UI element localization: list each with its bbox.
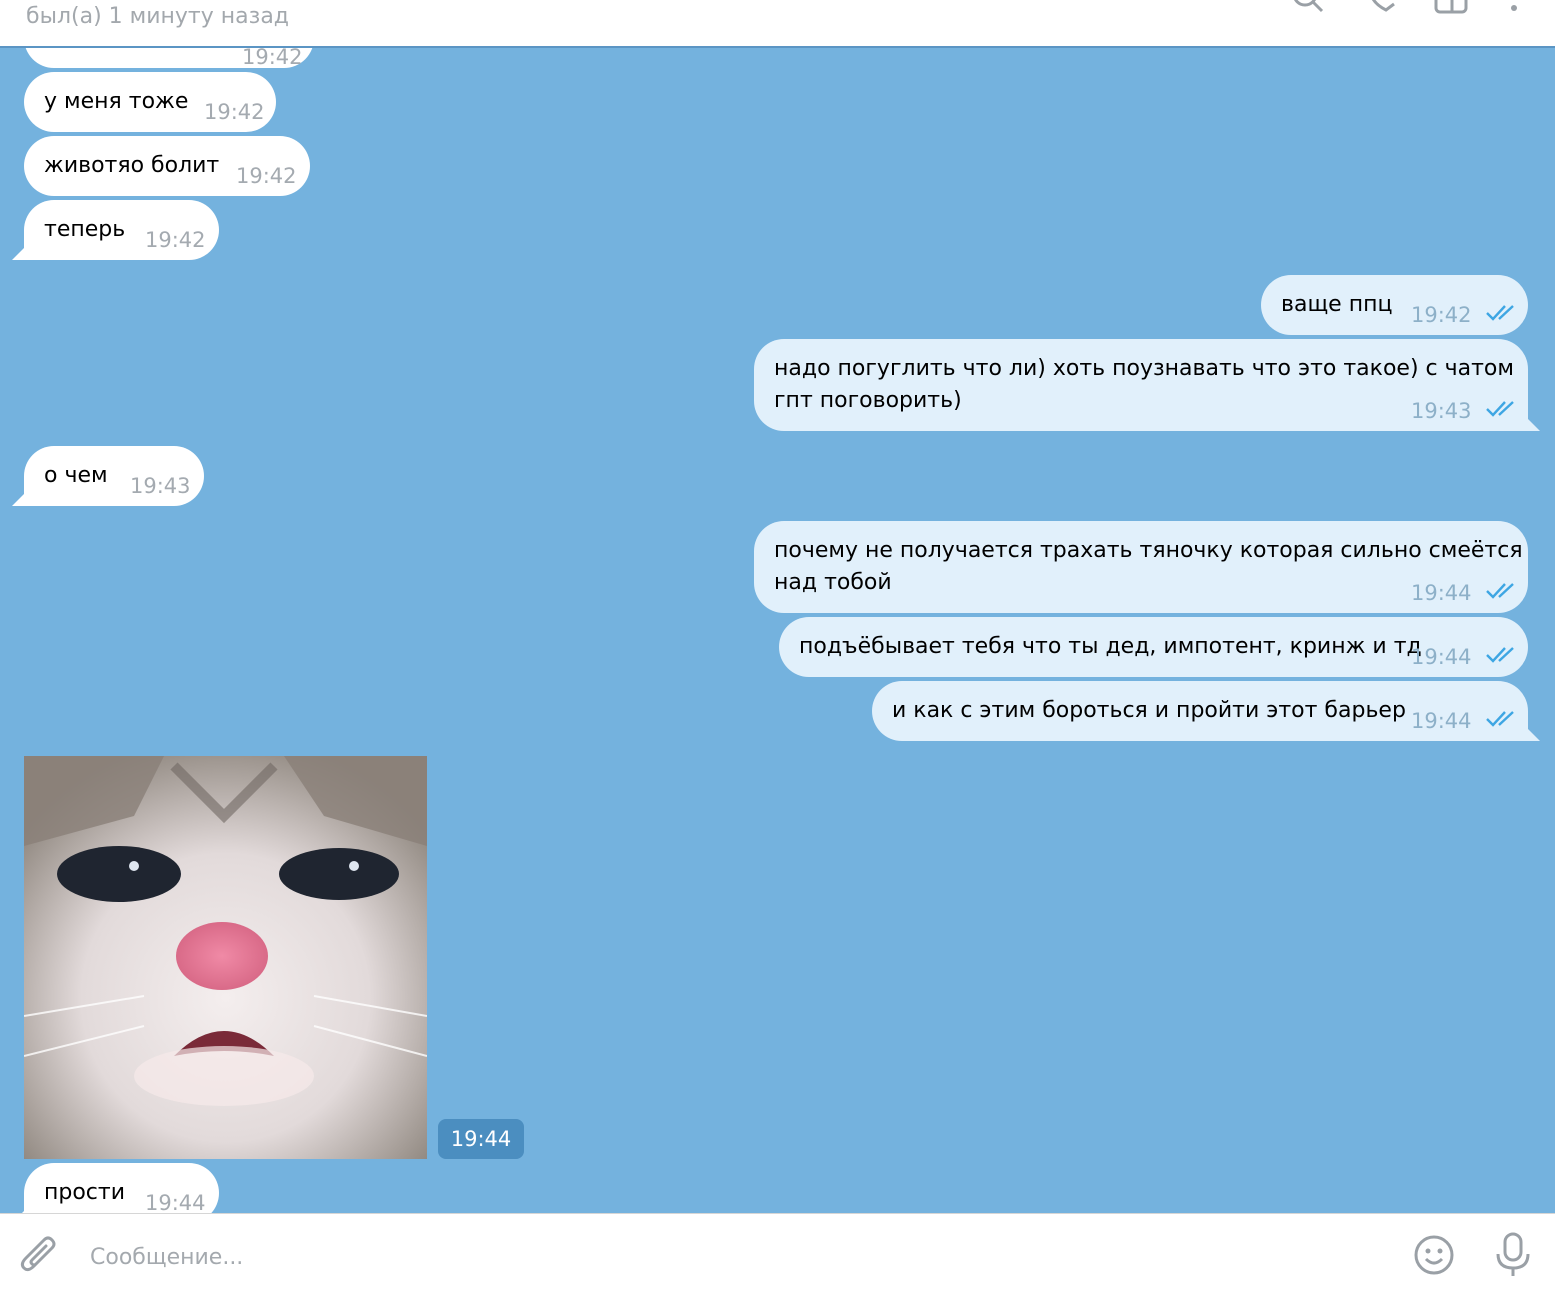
- chat-header: был(а) 1 минуту назад: [0, 0, 1555, 48]
- message-text: и как с этим бороться и пройти этот барь…: [892, 698, 1406, 723]
- read-checkmarks-icon: [1486, 401, 1514, 417]
- message-time: 19:42: [145, 228, 206, 252]
- message-text: о чем: [44, 463, 108, 488]
- search-icon[interactable]: [1290, 0, 1326, 16]
- incoming-message[interactable]: теперь 19:42: [24, 200, 219, 260]
- message-time: 19:44: [1411, 645, 1472, 669]
- outgoing-message[interactable]: надо погуглить что ли) хоть поузнавать ч…: [754, 339, 1528, 431]
- read-checkmarks-icon: [1486, 305, 1514, 321]
- message-input[interactable]: [88, 1238, 1342, 1276]
- read-checkmarks-icon: [1486, 647, 1514, 663]
- outgoing-message[interactable]: подъёбывает тебя что ты дед, импотент, к…: [779, 617, 1528, 677]
- message-time: 19:44: [1411, 581, 1472, 605]
- message-text: животяо болит: [44, 153, 220, 178]
- photo-time: 19:44: [438, 1119, 524, 1159]
- message-text: прости: [44, 1180, 126, 1205]
- message-text: подъёбывает тебя что ты дед, импотент, к…: [799, 634, 1422, 659]
- message-text-line: над тобой: [774, 570, 892, 595]
- emoji-icon[interactable]: [1413, 1234, 1455, 1276]
- read-checkmarks-icon: [1486, 711, 1514, 727]
- message-composer: [0, 1213, 1555, 1298]
- kitten-photo[interactable]: [24, 756, 427, 1159]
- outgoing-message[interactable]: почему не получается трахать тяночку кот…: [754, 521, 1528, 613]
- microphone-icon[interactable]: [1494, 1232, 1532, 1280]
- incoming-message[interactable]: о чем 19:43: [24, 446, 204, 506]
- message-text-line: надо погуглить что ли) хоть поузнавать ч…: [774, 356, 1514, 381]
- incoming-message[interactable]: 19:42: [24, 48, 314, 69]
- message-time: 19:42: [1411, 303, 1472, 327]
- more-icon[interactable]: [1500, 0, 1528, 16]
- message-time: 19:42: [236, 164, 297, 188]
- incoming-message[interactable]: у меня тоже 19:42: [24, 72, 276, 132]
- outgoing-message[interactable]: и как с этим бороться и пройти этот барь…: [872, 681, 1528, 741]
- kitten-image: [24, 756, 427, 1159]
- message-time: 19:43: [1411, 399, 1472, 423]
- read-checkmarks-icon: [1486, 583, 1514, 599]
- outgoing-message[interactable]: ваще ппц 19:42: [1261, 275, 1528, 335]
- message-text-line: гпт поговорить): [774, 388, 962, 413]
- message-time: 19:44: [1411, 709, 1472, 733]
- message-text-line: почему не получается трахать тяночку кот…: [774, 538, 1523, 563]
- message-text: у меня тоже: [44, 89, 189, 114]
- incoming-message[interactable]: животяо болит 19:42: [24, 136, 310, 196]
- message-time: 19:42: [204, 100, 265, 124]
- message-text: ваще ппц: [1281, 292, 1393, 317]
- sidebar-toggle-icon[interactable]: [1434, 0, 1470, 16]
- chat-area[interactable]: 19:42 у меня тоже 19:42 животяо болит 19…: [0, 48, 1555, 1213]
- message-time: 19:43: [130, 474, 191, 498]
- phone-icon[interactable]: [1364, 0, 1400, 16]
- attach-icon[interactable]: [20, 1236, 60, 1278]
- message-time: 19:44: [145, 1191, 206, 1213]
- message-text: теперь: [44, 217, 126, 242]
- last-seen-status: был(а) 1 минуту назад: [26, 4, 290, 29]
- incoming-message[interactable]: прости 19:44: [24, 1163, 219, 1213]
- message-time: 19:42: [242, 48, 303, 69]
